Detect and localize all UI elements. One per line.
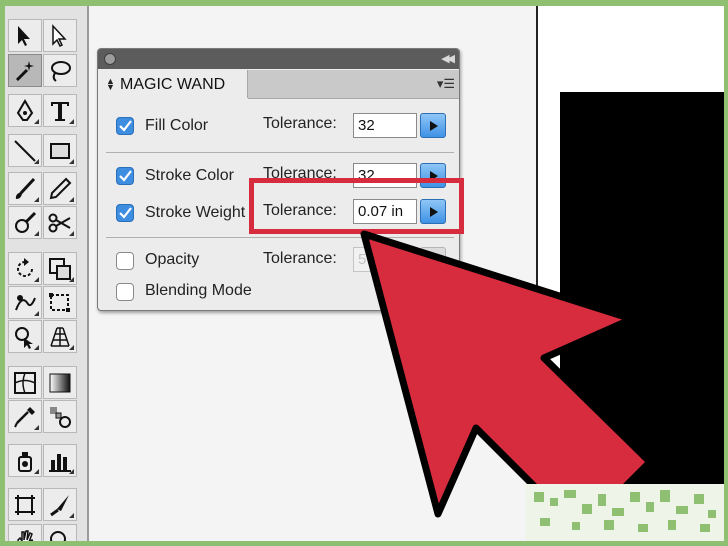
perspective-grid-tool[interactable]	[43, 320, 77, 353]
gradient-icon	[49, 373, 71, 393]
illustrator-workspace: ◀◀ ▲ ▼ MAGIC WAND ▾☰ Fill Color Tolerance…	[5, 6, 724, 541]
opacity-label: Opacity	[145, 251, 200, 268]
watermark-logo	[526, 484, 724, 541]
selection-tool[interactable]	[8, 19, 42, 52]
hand-icon	[17, 530, 34, 541]
opacity-tolerance-stepper[interactable]	[420, 247, 446, 272]
selection-arrow-icon	[18, 26, 30, 46]
highlight-box	[249, 178, 464, 234]
slice-tool[interactable]	[43, 488, 77, 521]
opacity-checkbox[interactable]	[116, 252, 134, 270]
paintbrush-tool[interactable]	[8, 172, 42, 205]
line-segment-tool[interactable]	[8, 134, 42, 167]
rectangle-tool[interactable]	[43, 134, 77, 167]
panel-tab[interactable]: ▲ ▼ MAGIC WAND	[100, 70, 248, 98]
pencil-tool[interactable]	[43, 172, 77, 205]
blob-brush-tool[interactable]	[8, 206, 42, 239]
artboard-icon	[15, 495, 35, 515]
rotate-tool[interactable]	[8, 252, 42, 285]
panel-title-bar[interactable]: ◀◀	[98, 49, 459, 69]
direct-selection-icon	[52, 24, 67, 48]
tab-toggle-arrows-icon[interactable]: ▲ ▼	[106, 77, 115, 92]
scale-tool[interactable]	[43, 252, 77, 285]
mesh-tool[interactable]	[8, 366, 42, 399]
collapse-double-arrow-icon[interactable]: ◀◀	[441, 52, 455, 65]
hand-tool[interactable]	[8, 524, 42, 541]
stroke-weight-checkbox[interactable]	[116, 204, 134, 222]
type-tool[interactable]	[43, 94, 77, 127]
stroke-color-checkbox[interactable]	[116, 167, 134, 185]
zoom-icon	[50, 531, 66, 541]
symbol-sprayer-tool[interactable]	[8, 444, 42, 477]
checkmark-icon	[119, 120, 132, 132]
fill-color-tolerance-stepper[interactable]	[420, 113, 446, 138]
separator	[106, 237, 454, 238]
direct-selection-tool[interactable]	[43, 19, 77, 52]
separator	[106, 152, 454, 153]
panel-tab-strip: ▾☰	[248, 70, 459, 99]
mesh-icon	[14, 372, 36, 394]
pen-tool[interactable]	[8, 94, 42, 127]
fill-color-label: Fill Color	[145, 117, 209, 134]
lasso-icon	[51, 61, 71, 82]
warp-tool[interactable]	[8, 286, 42, 319]
free-transform-icon	[49, 293, 70, 312]
blending-mode-checkbox[interactable]	[116, 283, 134, 301]
magic-wand-icon	[15, 61, 34, 82]
checkmark-icon	[119, 207, 132, 219]
fill-color-tolerance-input[interactable]: 32	[353, 113, 417, 138]
eyedropper-tool[interactable]	[8, 400, 42, 433]
black-rectangle-object[interactable]	[560, 92, 724, 541]
stroke-weight-label: Stroke Weight	[145, 204, 246, 221]
magic-wand-tool[interactable]	[8, 54, 42, 87]
gradient-tool[interactable]	[43, 366, 77, 399]
checkmark-icon	[119, 170, 132, 182]
artboard-tool[interactable]	[8, 488, 42, 521]
column-graph-tool[interactable]	[43, 444, 77, 477]
zoom-tool[interactable]	[43, 524, 77, 541]
opacity-tolerance-input[interactable]: 5	[353, 247, 417, 272]
free-transform-tool[interactable]	[43, 286, 77, 319]
fill-color-tolerance-label: Tolerance:	[263, 115, 337, 132]
blending-mode-label: Blending Mode	[145, 282, 252, 299]
blend-tool[interactable]	[43, 400, 77, 433]
blend-icon	[50, 407, 71, 428]
shape-builder-tool[interactable]	[8, 320, 42, 353]
panel-title: MAGIC WAND	[120, 76, 226, 93]
tools-panel	[5, 6, 89, 541]
close-icon[interactable]	[104, 53, 116, 65]
scissors-tool[interactable]	[43, 206, 77, 239]
opacity-tolerance-label: Tolerance:	[263, 250, 337, 267]
panel-menu-icon[interactable]: ▾☰	[437, 76, 455, 92]
stroke-color-label: Stroke Color	[145, 167, 234, 184]
fill-color-checkbox[interactable]	[116, 117, 134, 135]
lasso-tool[interactable]	[43, 54, 77, 87]
